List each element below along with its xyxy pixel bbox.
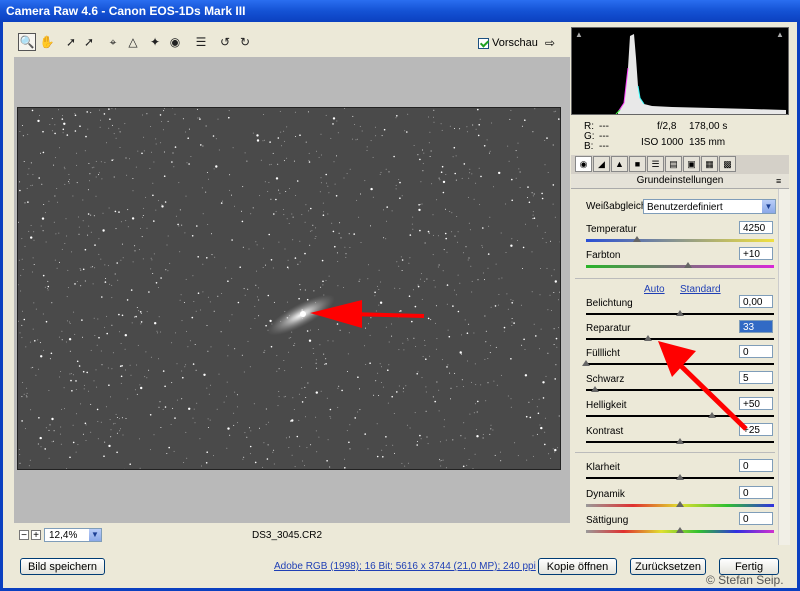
filename: DS3_3045.CR2 bbox=[252, 530, 323, 541]
color-sampler-icon[interactable]: ➚ bbox=[80, 33, 98, 51]
window-title: Camera Raw 4.6 - Canon EOS-1Ds Mark III bbox=[0, 0, 800, 22]
check-icon[interactable] bbox=[478, 37, 489, 49]
histogram: ▲ ▲ bbox=[571, 27, 789, 115]
slider-value-input[interactable]: +10 bbox=[739, 247, 773, 260]
slider-value-input[interactable]: 4250 bbox=[739, 221, 773, 234]
slider-value-input[interactable]: 0 bbox=[739, 512, 773, 525]
slider-track[interactable] bbox=[586, 239, 774, 242]
red-eye-icon[interactable]: ◉ bbox=[166, 33, 184, 51]
rgb-exif-info: R: --- G: --- B: --- f/2,8 178,00 s ISO … bbox=[571, 115, 789, 156]
slider-thumb[interactable] bbox=[632, 236, 641, 242]
b-label: B: bbox=[584, 141, 594, 152]
tab-basic[interactable]: ◉ bbox=[575, 156, 592, 172]
slider-label: Farbton bbox=[586, 250, 621, 261]
zoom-in-button[interactable]: + bbox=[31, 530, 41, 541]
rotate-right-icon[interactable]: ↻ bbox=[236, 33, 254, 51]
slider-label: Dynamik bbox=[586, 489, 625, 500]
tab-camera-calibration[interactable]: ▣ bbox=[683, 156, 700, 172]
zoom-icon[interactable]: 🔍 bbox=[18, 33, 36, 51]
slider-thumb[interactable] bbox=[676, 474, 684, 480]
tab-hsl[interactable]: ■ bbox=[629, 156, 646, 172]
tab-split-toning[interactable]: ☰ bbox=[647, 156, 664, 172]
zoom-level-select[interactable]: 12,4% ▼ bbox=[44, 528, 102, 542]
divider bbox=[575, 278, 775, 279]
rotate-left-icon[interactable]: ↺ bbox=[216, 33, 234, 51]
open-copy-button[interactable]: Kopie öffnen bbox=[538, 558, 617, 575]
workflow-options-link[interactable]: Adobe RGB (1998); 16 Bit; 5616 x 3744 (2… bbox=[274, 561, 536, 572]
reset-button[interactable]: Zurücksetzen bbox=[630, 558, 706, 575]
tab-detail[interactable]: ▲ bbox=[611, 156, 628, 172]
preferences-icon[interactable]: ☰ bbox=[192, 33, 210, 51]
panel-menu-icon[interactable]: ≡ bbox=[776, 176, 781, 186]
white-balance-value: Benutzerdefiniert bbox=[647, 202, 723, 213]
slider-label: Helligkeit bbox=[586, 400, 627, 411]
focal-length: 135 mm bbox=[689, 137, 726, 148]
standard-link[interactable]: Standard bbox=[680, 284, 721, 295]
hand-icon[interactable]: ✋ bbox=[38, 33, 56, 51]
slider-track[interactable] bbox=[586, 265, 774, 268]
panel-tabs: ◉ ◢ ▲ ■ ☰ ▤ ▣ ▦ ▩ bbox=[571, 155, 789, 174]
chevron-down-icon[interactable]: ▼ bbox=[762, 200, 775, 213]
slider-label: Temperatur bbox=[586, 224, 637, 235]
white-balance-icon[interactable]: ➚ bbox=[62, 33, 80, 51]
red-arrow-reparatur bbox=[658, 341, 748, 431]
slider-label: Belichtung bbox=[586, 298, 633, 309]
spot-removal-icon[interactable]: ✦ bbox=[146, 33, 164, 51]
crop-icon[interactable]: ⌖ bbox=[104, 33, 122, 51]
slider-label: Fülllicht bbox=[586, 348, 620, 359]
b-readout: --- bbox=[599, 141, 609, 152]
zoom-out-button[interactable]: − bbox=[19, 530, 29, 541]
slider-thumb[interactable] bbox=[676, 527, 684, 533]
fullscreen-icon[interactable]: ⇨ bbox=[542, 35, 558, 51]
photo-preview[interactable] bbox=[17, 107, 561, 470]
divider bbox=[575, 452, 775, 453]
auto-link[interactable]: Auto bbox=[644, 284, 665, 295]
tab-lens[interactable]: ▤ bbox=[665, 156, 682, 172]
zoom-value: 12,4% bbox=[49, 530, 78, 541]
iso: ISO 1000 bbox=[641, 137, 684, 148]
slider-thumb[interactable] bbox=[676, 501, 684, 507]
preview-label: Vorschau bbox=[492, 37, 538, 49]
tab-snapshots[interactable]: ▩ bbox=[719, 156, 736, 172]
copyright: © Stefan Seip. bbox=[706, 573, 784, 587]
tab-tone-curve[interactable]: ◢ bbox=[593, 156, 610, 172]
slider-thumb[interactable] bbox=[591, 386, 600, 392]
slider-label: Klarheit bbox=[586, 462, 620, 473]
save-image-button[interactable]: Bild speichern bbox=[20, 558, 105, 575]
slider-thumb[interactable] bbox=[676, 438, 684, 444]
straighten-icon[interactable]: △ bbox=[124, 33, 142, 51]
tab-presets[interactable]: ▦ bbox=[701, 156, 718, 172]
aperture: f/2,8 bbox=[657, 121, 677, 132]
shutter-speed: 178,00 s bbox=[689, 121, 728, 132]
slider-thumb[interactable] bbox=[683, 262, 692, 268]
slider-value-input[interactable]: 0,00 bbox=[739, 295, 773, 308]
slider-thumb[interactable] bbox=[676, 310, 684, 316]
chevron-down-icon[interactable]: ▼ bbox=[89, 529, 101, 541]
slider-label: Schwarz bbox=[586, 374, 625, 385]
slider-label: Reparatur bbox=[586, 323, 631, 334]
star-field bbox=[18, 108, 560, 469]
slider-label: Sättigung bbox=[586, 515, 629, 526]
slider-thumb[interactable] bbox=[582, 360, 590, 366]
white-balance-label: Weißabgleich: bbox=[586, 201, 650, 212]
panel-title: Grundeinstellungen bbox=[571, 174, 789, 189]
slider-value-input[interactable]: 0 bbox=[739, 486, 773, 499]
slider-value-input[interactable]: 0 bbox=[739, 459, 773, 472]
slider-label: Kontrast bbox=[586, 426, 624, 437]
white-balance-select[interactable]: Benutzerdefiniert ▼ bbox=[643, 199, 776, 214]
preview-checkbox[interactable]: Vorschau bbox=[478, 36, 538, 50]
panel-scrollbar[interactable] bbox=[778, 189, 790, 545]
